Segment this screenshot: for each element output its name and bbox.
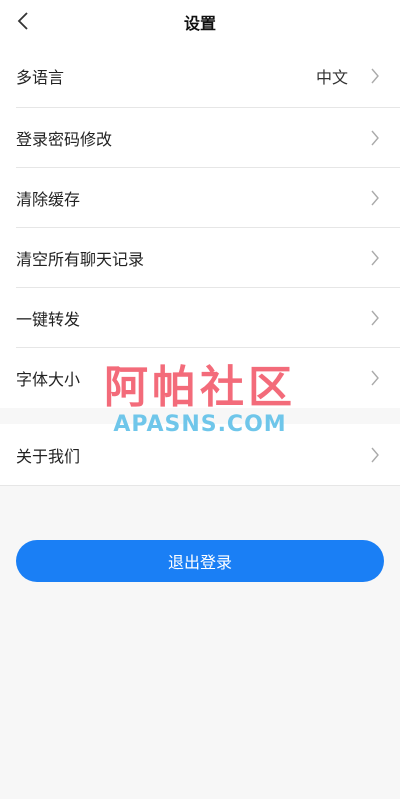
nav-bar: 设置 bbox=[0, 0, 400, 44]
settings-item-label: 字体大小 bbox=[16, 370, 81, 389]
settings-item-label: 一键转发 bbox=[16, 309, 81, 329]
about-section: 关于我们 bbox=[0, 424, 400, 486]
settings-item-label: 多语言 bbox=[16, 67, 65, 87]
settings-item-label: 登录密码修改 bbox=[16, 129, 113, 149]
settings-item-change-password[interactable]: 登录密码修改 bbox=[16, 108, 400, 168]
settings-item-font-size[interactable]: 字体大小 bbox=[16, 348, 400, 408]
logout-button[interactable]: 退出登录 bbox=[16, 540, 384, 582]
settings-list: 多语言 中文 登录密码修改 清除缓存 清空所有聊天记录 一键转发 字体大小 bbox=[0, 44, 400, 408]
chevron-right-icon bbox=[371, 68, 379, 83]
settings-item-about-us[interactable]: 关于我们 bbox=[16, 424, 400, 485]
chevron-right-icon bbox=[371, 130, 379, 145]
section-divider bbox=[0, 408, 400, 424]
settings-item-label: 清除缓存 bbox=[16, 189, 81, 209]
page-title: 设置 bbox=[183, 14, 216, 33]
chevron-right-icon bbox=[371, 250, 379, 265]
settings-item-clear-cache[interactable]: 清除缓存 bbox=[16, 168, 400, 228]
settings-item-one-click-forward[interactable]: 一键转发 bbox=[16, 288, 400, 348]
language-value: 中文 bbox=[315, 67, 348, 87]
chevron-right-icon bbox=[371, 310, 379, 325]
settings-item-label: 关于我们 bbox=[16, 446, 81, 466]
back-button[interactable] bbox=[8, 6, 38, 36]
chevron-right-icon bbox=[371, 447, 379, 462]
settings-item-language[interactable]: 多语言 中文 bbox=[16, 44, 400, 108]
chevron-right-icon bbox=[371, 370, 379, 386]
chevron-left-icon bbox=[17, 12, 28, 30]
settings-item-clear-chat-history[interactable]: 清空所有聊天记录 bbox=[16, 228, 400, 288]
settings-item-label: 清空所有聊天记录 bbox=[16, 249, 145, 269]
chevron-right-icon bbox=[371, 190, 379, 205]
